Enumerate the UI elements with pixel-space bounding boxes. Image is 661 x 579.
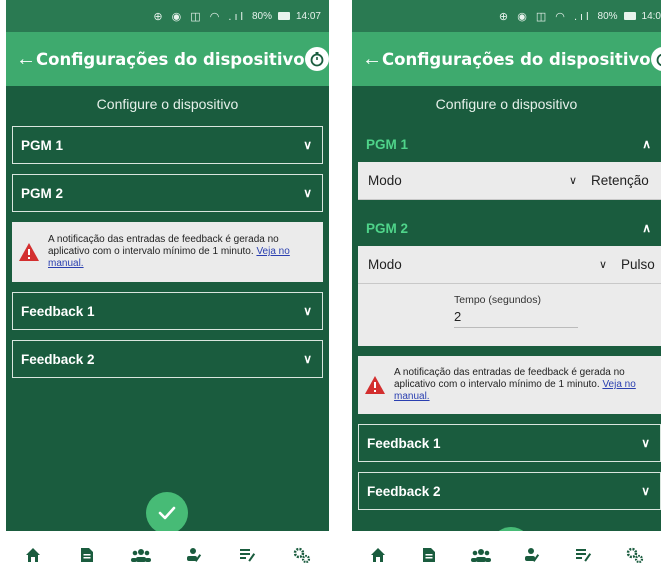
chevron-down-icon: ∨ — [303, 352, 312, 366]
nav-settings[interactable] — [620, 540, 650, 570]
chevron-down-icon: ∨ — [303, 138, 312, 152]
time-field-container: Tempo (segundos) 2 — [358, 284, 661, 346]
clock: 14:07 — [295, 10, 321, 22]
group-icon — [130, 549, 151, 562]
stopwatch-icon — [310, 52, 323, 67]
phone-screen-left: ⊕ ◉ ◫ ◠ .ıl 80% 14:07 ← Configurações do… — [6, 0, 329, 579]
time-field-label: Tempo (segundos) — [454, 294, 541, 306]
time-input[interactable]: 2 — [454, 309, 578, 328]
battery-level: 80% — [251, 10, 272, 22]
bottom-nav — [352, 531, 661, 579]
phone-screen-right: ⊕ ◉ ◫ ◠ .ıl 80% 14:0 ← Configurações do … — [352, 0, 661, 579]
chevron-down-icon: ∨ — [641, 436, 650, 450]
battery-icon — [623, 12, 636, 20]
checkmark-icon — [158, 506, 176, 520]
accordion-feedback2[interactable]: Feedback 2 ∨ — [358, 472, 661, 510]
chevron-down-icon: ∨ — [303, 304, 312, 318]
app-bar: ← Configurações do dispositivo — [6, 32, 329, 86]
main-content: Configure o dispositivo PGM 1 ∨ PGM 2 ∨ … — [6, 86, 329, 531]
accordion-feedback1[interactable]: Feedback 1 ∨ — [12, 292, 323, 330]
app-bar: ← Configurações do dispositivo — [352, 32, 661, 86]
chevron-up-icon: ∧ — [642, 221, 651, 235]
notice-text-block: A notificação das entradas de feedback é… — [394, 367, 655, 404]
accordion-label: PGM 1 — [21, 137, 64, 153]
feedback-notice: A notificação das entradas de feedback é… — [12, 222, 323, 282]
nav-home[interactable] — [18, 540, 48, 570]
mode-label: Modo — [368, 257, 402, 272]
accordion-feedback1[interactable]: Feedback 1 ∨ — [358, 424, 661, 462]
accordion-pgm1[interactable]: PGM 1 ∧ — [358, 126, 661, 162]
mode-select-pgm2[interactable]: Modo ∨ Pulso — [358, 246, 661, 284]
nav-list-edit[interactable] — [233, 540, 263, 570]
chevron-down-icon: ∨ — [303, 186, 312, 200]
accordion-label: PGM 2 — [366, 220, 409, 236]
user-edit-icon — [187, 548, 202, 562]
nav-home[interactable] — [363, 540, 393, 570]
mode-value: Pulso — [621, 257, 655, 272]
status-bar: ⊕ ◉ ◫ ◠ .ıl 80% 14:0 — [352, 0, 661, 32]
user-edit-icon — [525, 548, 540, 562]
home-icon — [25, 548, 40, 562]
back-arrow-icon[interactable]: ← — [16, 48, 36, 71]
accordion-label: Feedback 1 — [367, 435, 441, 451]
accordion-pgm1[interactable]: PGM 1 ∨ — [12, 126, 323, 164]
list-edit-icon — [575, 549, 591, 562]
nav-list-edit[interactable] — [569, 540, 599, 570]
clock: 14:0 — [641, 10, 661, 22]
feedback-notice: A notificação das entradas de feedback é… — [358, 356, 661, 414]
nav-users[interactable] — [466, 540, 496, 570]
mode-value: Retenção — [591, 173, 649, 188]
settings-icon — [627, 547, 644, 563]
chevron-down-icon: ∨ — [599, 259, 608, 271]
group-icon — [470, 549, 491, 562]
page-title: Configurações do dispositivo — [382, 49, 651, 69]
document-icon — [80, 548, 93, 562]
status-icons: ⊕ ◉ ◫ ◠ .ıl — [498, 10, 592, 23]
mode-select-pgm1[interactable]: Modo ∨ Retenção — [358, 162, 661, 200]
notice-text: A notificação das entradas de feedback é… — [394, 366, 625, 390]
notice-text: A notificação das entradas de feedback é… — [48, 233, 279, 257]
accordion-label: Feedback 1 — [21, 303, 95, 319]
accordion-label: Feedback 2 — [367, 483, 441, 499]
main-content: Configure o dispositivo PGM 1 ∧ Modo ∨ R… — [352, 86, 661, 531]
accordion-pgm2[interactable]: PGM 2 ∧ — [358, 210, 661, 246]
back-arrow-icon[interactable]: ← — [362, 48, 382, 71]
bottom-nav — [6, 531, 329, 579]
nav-user-edit[interactable] — [517, 540, 547, 570]
stopwatch-icon — [656, 53, 661, 67]
notice-text-block: A notificação das entradas de feedback é… — [48, 234, 317, 271]
timer-button[interactable] — [650, 47, 661, 71]
section-heading: Configure o dispositivo — [96, 96, 239, 112]
nav-users[interactable] — [126, 540, 156, 570]
nav-document[interactable] — [72, 540, 102, 570]
nav-settings[interactable] — [287, 540, 317, 570]
timer-button[interactable] — [304, 47, 329, 71]
settings-icon — [293, 547, 311, 563]
battery-level: 80% — [597, 10, 618, 22]
status-bar: ⊕ ◉ ◫ ◠ .ıl 80% 14:07 — [6, 0, 329, 32]
chevron-down-icon: ∨ — [641, 484, 650, 498]
home-icon — [370, 548, 385, 562]
accordion-label: PGM 2 — [21, 185, 64, 201]
battery-icon — [277, 12, 290, 20]
accordion-feedback2[interactable]: Feedback 2 ∨ — [12, 340, 323, 378]
section-heading: Configure o dispositivo — [435, 96, 578, 112]
nav-document[interactable] — [414, 540, 444, 570]
status-icons: ⊕ ◉ ◫ ◠ .ıl — [153, 10, 246, 23]
accordion-label: PGM 1 — [366, 136, 409, 152]
warning-icon — [365, 376, 385, 394]
confirm-button[interactable] — [146, 492, 188, 534]
page-title: Configurações do dispositivo — [36, 49, 305, 69]
list-edit-icon — [240, 549, 256, 562]
document-icon — [423, 548, 436, 562]
chevron-down-icon: ∨ — [569, 175, 578, 187]
warning-icon — [19, 243, 39, 261]
accordion-pgm2[interactable]: PGM 2 ∨ — [12, 174, 323, 212]
nav-user-edit[interactable] — [179, 540, 209, 570]
mode-label: Modo — [368, 173, 402, 188]
chevron-up-icon: ∧ — [642, 137, 651, 151]
accordion-label: Feedback 2 — [21, 351, 95, 367]
